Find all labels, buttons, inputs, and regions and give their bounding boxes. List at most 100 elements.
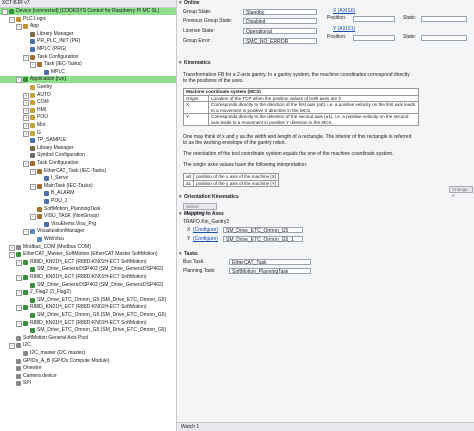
tree-item[interactable]: + AUTO (0, 92, 176, 99)
tree-node-icon (37, 62, 42, 68)
mapping-header[interactable]: ▾ Mapping to Axes (179, 211, 472, 218)
expand-icon[interactable]: + (23, 130, 29, 137)
tree-item[interactable]: SPI (0, 380, 176, 387)
tasks-header[interactable]: ▾ Tasks (179, 251, 472, 258)
collapse-icon[interactable]: − (2, 9, 8, 15)
axis-x-link[interactable]: X (AXIS0) (333, 8, 355, 15)
collapse-icon[interactable]: − (16, 290, 22, 297)
tree-item[interactable]: − R88D_KN01H_ECT (R88D-KN01H-ECT SoftMoti… (0, 320, 176, 327)
collapse-icon[interactable]: − (23, 229, 29, 236)
tree-item[interactable]: Gantry (0, 84, 176, 91)
expand-icon[interactable]: + (23, 115, 29, 122)
collapse-icon[interactable]: − (9, 343, 15, 350)
tree-item[interactable]: − Task Configuration (0, 54, 176, 61)
tree-item[interactable]: − VISU_TASK (NonGroup) (0, 213, 176, 221)
tree-item[interactable]: − MainTask (IEC-Tasks) (0, 183, 176, 190)
tree-item[interactable]: I2C_master (I2C master) (0, 350, 176, 357)
tree-item-label: COM (37, 99, 49, 106)
tree-item[interactable]: + POU (0, 114, 176, 122)
tree-item-label: SM_Drive_ETC_Omron_G5 (SM_Drive_ETC_Omro… (37, 296, 167, 303)
tree-item[interactable]: Camera device (0, 373, 176, 380)
planning-task-field[interactable]: SoftMotion_PlanningTask (229, 268, 311, 275)
tree-item[interactable]: − 2_Flag2 (3_Flag2) (0, 289, 176, 297)
tree-item[interactable]: GPIOs_A_B (GPIOs Compute Module) (0, 358, 176, 365)
device-tree: − Device [connected] (CODESYS Control for… (0, 8, 176, 431)
expand-icon[interactable]: + (23, 92, 29, 99)
tree-item[interactable]: − VisualizationManager (0, 228, 176, 236)
tree-item[interactable]: VisuElems.Visu_Prg (0, 221, 176, 228)
tree-node-icon (37, 214, 42, 220)
expand-icon[interactable]: + (23, 123, 29, 129)
tree-item[interactable]: + COM (0, 99, 176, 107)
tree-item[interactable]: SoftMotion_PlanningTask (0, 206, 176, 213)
tree-item[interactable]: MPLC (PRG) (0, 46, 176, 53)
tree-item[interactable]: Onewire (0, 365, 176, 372)
collapse-icon[interactable]: − (30, 214, 36, 221)
tree-item[interactable]: I_Servo (0, 175, 176, 182)
tree-item[interactable]: SoftMotion General Axis Pool (0, 335, 176, 342)
tree-item[interactable]: PR_PLC_INIT (PR) (0, 38, 176, 45)
mapping-axis-x-configure-link[interactable]: (Configure) (193, 227, 218, 234)
tree-item[interactable]: WebVisu (0, 236, 176, 243)
tree-item[interactable]: POU_1 (0, 198, 176, 205)
expand-icon[interactable]: + (23, 100, 29, 107)
tree-item[interactable]: Library Manager (0, 145, 176, 152)
tree-item[interactable]: − Application [run] (0, 76, 176, 84)
select-kinematics-button[interactable]: Select Kinematics (183, 203, 217, 215)
tree-item[interactable]: − Device [connected] (CODESYS Control for… (0, 8, 176, 15)
table-row: X Corresponds directly to the direction o… (183, 101, 419, 114)
tree-item[interactable]: + HMI (0, 107, 176, 114)
collapse-icon[interactable]: − (16, 77, 22, 84)
tree-node-icon (44, 221, 49, 227)
change-kinematics-button[interactable]: Change K (449, 186, 473, 198)
collapse-icon[interactable]: − (9, 252, 15, 259)
tab-watch-1[interactable]: Watch 1 (181, 424, 199, 430)
tree-item[interactable]: TP_SAMPLE (0, 137, 176, 144)
orientation-header[interactable]: ▾ Orientation Kinematics (179, 194, 472, 201)
tree-item[interactable]: − Task (IEC-Tasks) (0, 61, 176, 69)
tree-node-icon (30, 229, 35, 235)
tree-item[interactable]: − Task Configuration (0, 160, 176, 167)
tree-item[interactable]: + Modbus_COM (Modbus COM) (0, 244, 176, 251)
tree-item[interactable]: − App (0, 23, 176, 31)
tree-item[interactable]: B_ALARM (0, 190, 176, 197)
collapse-icon[interactable]: − (9, 16, 15, 23)
collapse-icon[interactable]: − (30, 168, 36, 175)
tree-item[interactable]: − PLC Logic (0, 16, 176, 23)
collapse-icon[interactable]: − (16, 24, 22, 31)
collapse-icon[interactable]: − (23, 161, 29, 167)
tree-item[interactable]: Symbol Configuration (0, 152, 176, 159)
expand-icon[interactable]: + (9, 244, 15, 251)
tree-item[interactable]: − EtherCAT_Task (IEC-Tasks) (0, 168, 176, 175)
mapping-axis-y-configure-link[interactable]: (Configure) (193, 236, 218, 243)
tree-item[interactable]: SM_Drive_ETC_Omron_G5 (SM_Drive_ETC_Omro… (0, 327, 176, 334)
tree-item[interactable]: Library Manager (0, 31, 176, 38)
collapse-icon[interactable]: − (16, 259, 22, 266)
tree-item[interactable]: SM_Drive_GenericDSP402 (SM_Drive_Generic… (0, 282, 176, 289)
tree-item[interactable]: − EtherCAT_Master_SoftMotion (EtherCAT Ma… (0, 251, 176, 259)
collapse-icon[interactable]: − (30, 183, 36, 190)
mapping-axis-x-field[interactable]: SM_Drive_ETC_Omron_G5 (223, 227, 303, 234)
tree-item[interactable]: + G (0, 130, 176, 137)
tree-item[interactable]: MPLC (0, 69, 176, 76)
collapse-icon[interactable]: − (16, 275, 22, 281)
expand-icon[interactable]: + (23, 107, 29, 114)
tree-item-label: AUTO (37, 91, 51, 98)
tree-item[interactable]: + Mot (0, 122, 176, 129)
tree-item[interactable]: SM_Drive_GenericDSP402 (SM_Drive_Generic… (0, 266, 176, 273)
tree-item[interactable]: − R88D_KN01H_ECT (R88D-KN01H-ECT SoftMoti… (0, 259, 176, 266)
tree-item[interactable]: − R88D_KN01H_ECT (R88D-KN01H-ECT SoftMoti… (0, 304, 176, 312)
online-header[interactable]: ▾ Online (179, 0, 472, 7)
tree-item[interactable]: SM_Drive_ETC_Omron_G5 (SM_Drive_ETC_Omro… (0, 312, 176, 319)
bus-task-field[interactable]: EtherCAT_Task (229, 259, 311, 266)
collapse-icon[interactable]: − (30, 62, 36, 69)
axis-y-link[interactable]: Y (AXIS1) (333, 26, 355, 33)
tree-item[interactable]: SM_Drive_ETC_Omron_G5 (SM_Drive_ETC_Omro… (0, 297, 176, 304)
tree-item[interactable]: − R88D_KN01H_ECT (R88D-KN01H-ECT SoftMoti… (0, 274, 176, 281)
collapse-icon[interactable]: − (23, 54, 29, 61)
kinematics-header[interactable]: ▾ Kinematics (179, 60, 472, 67)
collapse-icon[interactable]: − (16, 320, 22, 327)
tree-item[interactable]: − I2C (0, 342, 176, 350)
mapping-axis-y-field[interactable]: SM_Drive_ETC_Omron_G5_1 (223, 236, 303, 243)
collapse-icon[interactable]: − (16, 305, 22, 312)
